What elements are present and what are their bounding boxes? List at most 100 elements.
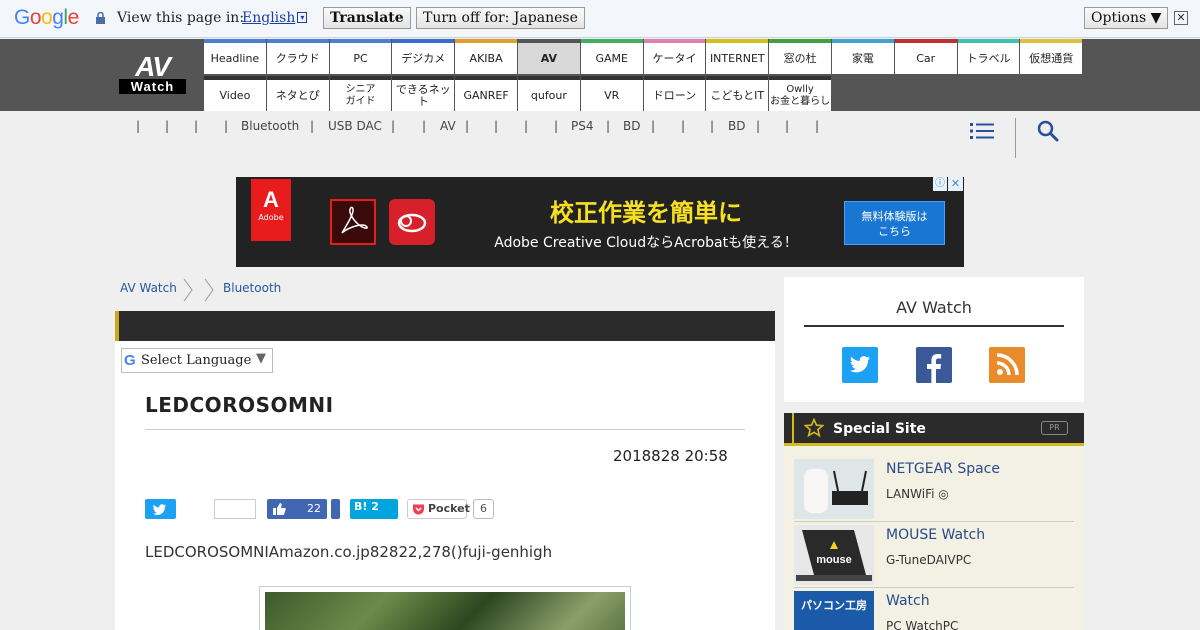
pocket-icon xyxy=(413,504,424,515)
subnav-link[interactable]: USB DAC xyxy=(328,119,382,133)
breadcrumb-home[interactable]: AV Watch xyxy=(120,281,177,295)
hatena-bookmark-button[interactable]: B! 2 xyxy=(350,499,398,519)
nav-item-label: こどもとIT xyxy=(710,88,765,102)
subnav-separator: | xyxy=(710,119,715,133)
svg-text:パソコン工房: パソコン工房 xyxy=(801,598,867,612)
header-divider xyxy=(1015,118,1016,158)
thumbs-up-icon xyxy=(273,503,286,515)
creative-cloud-icon xyxy=(389,199,435,245)
lock-icon xyxy=(96,12,105,24)
google-logo: Google xyxy=(14,6,79,29)
subnav-separator: | xyxy=(494,119,499,133)
pocket-button[interactable]: Pocket xyxy=(407,499,470,519)
nav-item[interactable]: ネタとぴ xyxy=(266,76,329,111)
subnav-separator: | xyxy=(194,119,199,133)
turn-off-button[interactable]: Turn off for: Japanese xyxy=(416,7,585,29)
nav-item-label: 家電 xyxy=(851,51,874,65)
nav-item[interactable]: Car xyxy=(894,39,957,74)
special-site-name: MOUSE Watch xyxy=(886,527,986,543)
nav-item[interactable]: PC xyxy=(329,39,392,74)
sidebar-divider xyxy=(804,325,1064,327)
ad-banner[interactable]: A Adobe 校正作業を簡単に Adobe Creative CloudならAc… xyxy=(236,177,964,267)
nav-item[interactable]: デジカメ xyxy=(392,39,455,74)
nav-item[interactable]: 窓の杜 xyxy=(769,39,831,74)
twitter-icon xyxy=(153,504,167,515)
nav-item-label: できるネット xyxy=(395,82,451,108)
nav-item-label: GANREF xyxy=(463,88,509,102)
special-site-desc: LANWiFi ◎ xyxy=(886,487,949,501)
subnav-link[interactable]: Bluetooth xyxy=(241,119,299,133)
nav-item[interactable]: Headline xyxy=(204,39,266,74)
subnav-separator: | xyxy=(554,119,559,133)
nav-item-label: 窓の杜 xyxy=(783,51,817,65)
facebook-like-button[interactable]: 22 xyxy=(267,499,327,519)
close-icon[interactable]: ✕ xyxy=(1174,11,1188,25)
nav-item[interactable]: 仮想通貨 xyxy=(1020,39,1083,74)
language-link[interactable]: English ▾ xyxy=(242,10,308,26)
twitter-follow-button[interactable] xyxy=(842,347,878,383)
nav-item[interactable]: VR xyxy=(580,76,643,111)
breadcrumb-category[interactable]: Bluetooth xyxy=(223,281,281,295)
menu-icon[interactable] xyxy=(970,122,994,140)
search-icon[interactable] xyxy=(1037,120,1059,142)
category-nav: Headline クラウド PC デジカメ AKIBA AV GAME ケータイ INTERNE… xyxy=(204,39,1084,111)
article-photo[interactable] xyxy=(259,586,631,630)
options-button[interactable]: Options ▼ xyxy=(1084,7,1169,29)
special-site-item[interactable]: パソコン工房 Watch PC WatchPC xyxy=(794,588,1074,630)
sub-nav: | | | | Bluetooth | USB DAC | | AV | | | | PS4 | BD | | | BD… xyxy=(120,119,840,135)
nav-item-label: デジカメ xyxy=(401,51,446,65)
special-site-item[interactable]: mouse MOUSE Watch G-TuneDAIVPC xyxy=(794,522,1074,588)
subnav-link[interactable]: AV xyxy=(440,119,456,133)
nav-item[interactable]: できるネット xyxy=(392,76,455,111)
site-logo[interactable]: AV Watch xyxy=(119,53,186,95)
nav-item-label: ケータイ xyxy=(652,51,697,65)
nav-item[interactable]: AKIBA xyxy=(455,39,517,74)
nav-item[interactable]: トラベル xyxy=(957,39,1020,74)
subnav-link[interactable]: BD xyxy=(623,119,640,133)
article-date: 2018828 20:58 xyxy=(613,447,728,465)
special-site-title: Special Site xyxy=(833,421,926,437)
ad-subline: Adobe Creative CloudならAcrobatも使える！ xyxy=(494,235,798,251)
twitter-icon xyxy=(850,356,870,373)
nav-item[interactable]: AV xyxy=(518,39,580,74)
rss-button[interactable] xyxy=(989,347,1025,383)
adobe-brand: Adobe xyxy=(258,213,284,222)
info-icon[interactable]: ⓘ xyxy=(933,177,947,191)
facebook-share-button[interactable] xyxy=(331,499,340,519)
nav-item-label: VR xyxy=(604,88,620,102)
sidebar-follow-box: AV Watch xyxy=(784,277,1084,402)
nav-item-label: Video xyxy=(219,88,251,102)
twitter-count xyxy=(214,499,256,519)
nav-item[interactable]: ケータイ xyxy=(643,39,706,74)
special-site-item[interactable]: NETGEAR Space LANWiFi ◎ xyxy=(794,456,1074,522)
subnav-separator: | xyxy=(310,119,315,133)
nav-item[interactable]: GAME xyxy=(580,39,643,74)
nav-item[interactable]: Owlly お金と暮らし xyxy=(769,76,831,111)
language-select[interactable]: G Select Language ▼ xyxy=(121,348,273,373)
nav-item[interactable]: 家電 xyxy=(832,39,894,74)
nav-item[interactable]: GANREF xyxy=(455,76,517,111)
article-title: LEDCOROSOMNI xyxy=(145,393,334,417)
twitter-share-button[interactable] xyxy=(145,499,176,519)
nav-item[interactable]: クラウド xyxy=(266,39,329,74)
pc-koubou-thumbnail: パソコン工房 xyxy=(794,591,874,630)
google-g-icon: G xyxy=(124,352,136,369)
nav-item[interactable]: Video xyxy=(204,76,266,111)
special-site-name: Watch xyxy=(886,593,930,609)
subnav-separator: | xyxy=(391,119,396,133)
facebook-follow-button[interactable] xyxy=(916,347,952,383)
ad-close-icon[interactable]: ✕ xyxy=(948,177,963,191)
subnav-link[interactable]: BD xyxy=(728,119,745,133)
chevron-down-icon: ▼ xyxy=(256,351,266,366)
translate-button[interactable]: Translate xyxy=(323,7,411,29)
nav-item[interactable]: シニア ガイド xyxy=(329,76,392,111)
nav-item[interactable]: ドローン xyxy=(643,76,706,111)
nav-item[interactable]: qufour xyxy=(518,76,580,111)
logo-watch: Watch xyxy=(119,79,186,94)
nav-item-label: Car xyxy=(916,51,936,65)
nav-item[interactable]: こどもとIT xyxy=(706,76,769,111)
subnav-link[interactable]: PS4 xyxy=(571,119,594,133)
ad-headline: 校正作業を簡単に xyxy=(550,199,742,227)
nav-item[interactable]: INTERNET xyxy=(706,39,769,74)
ad-trial-button[interactable]: 無料体験版は こちら xyxy=(844,201,945,245)
